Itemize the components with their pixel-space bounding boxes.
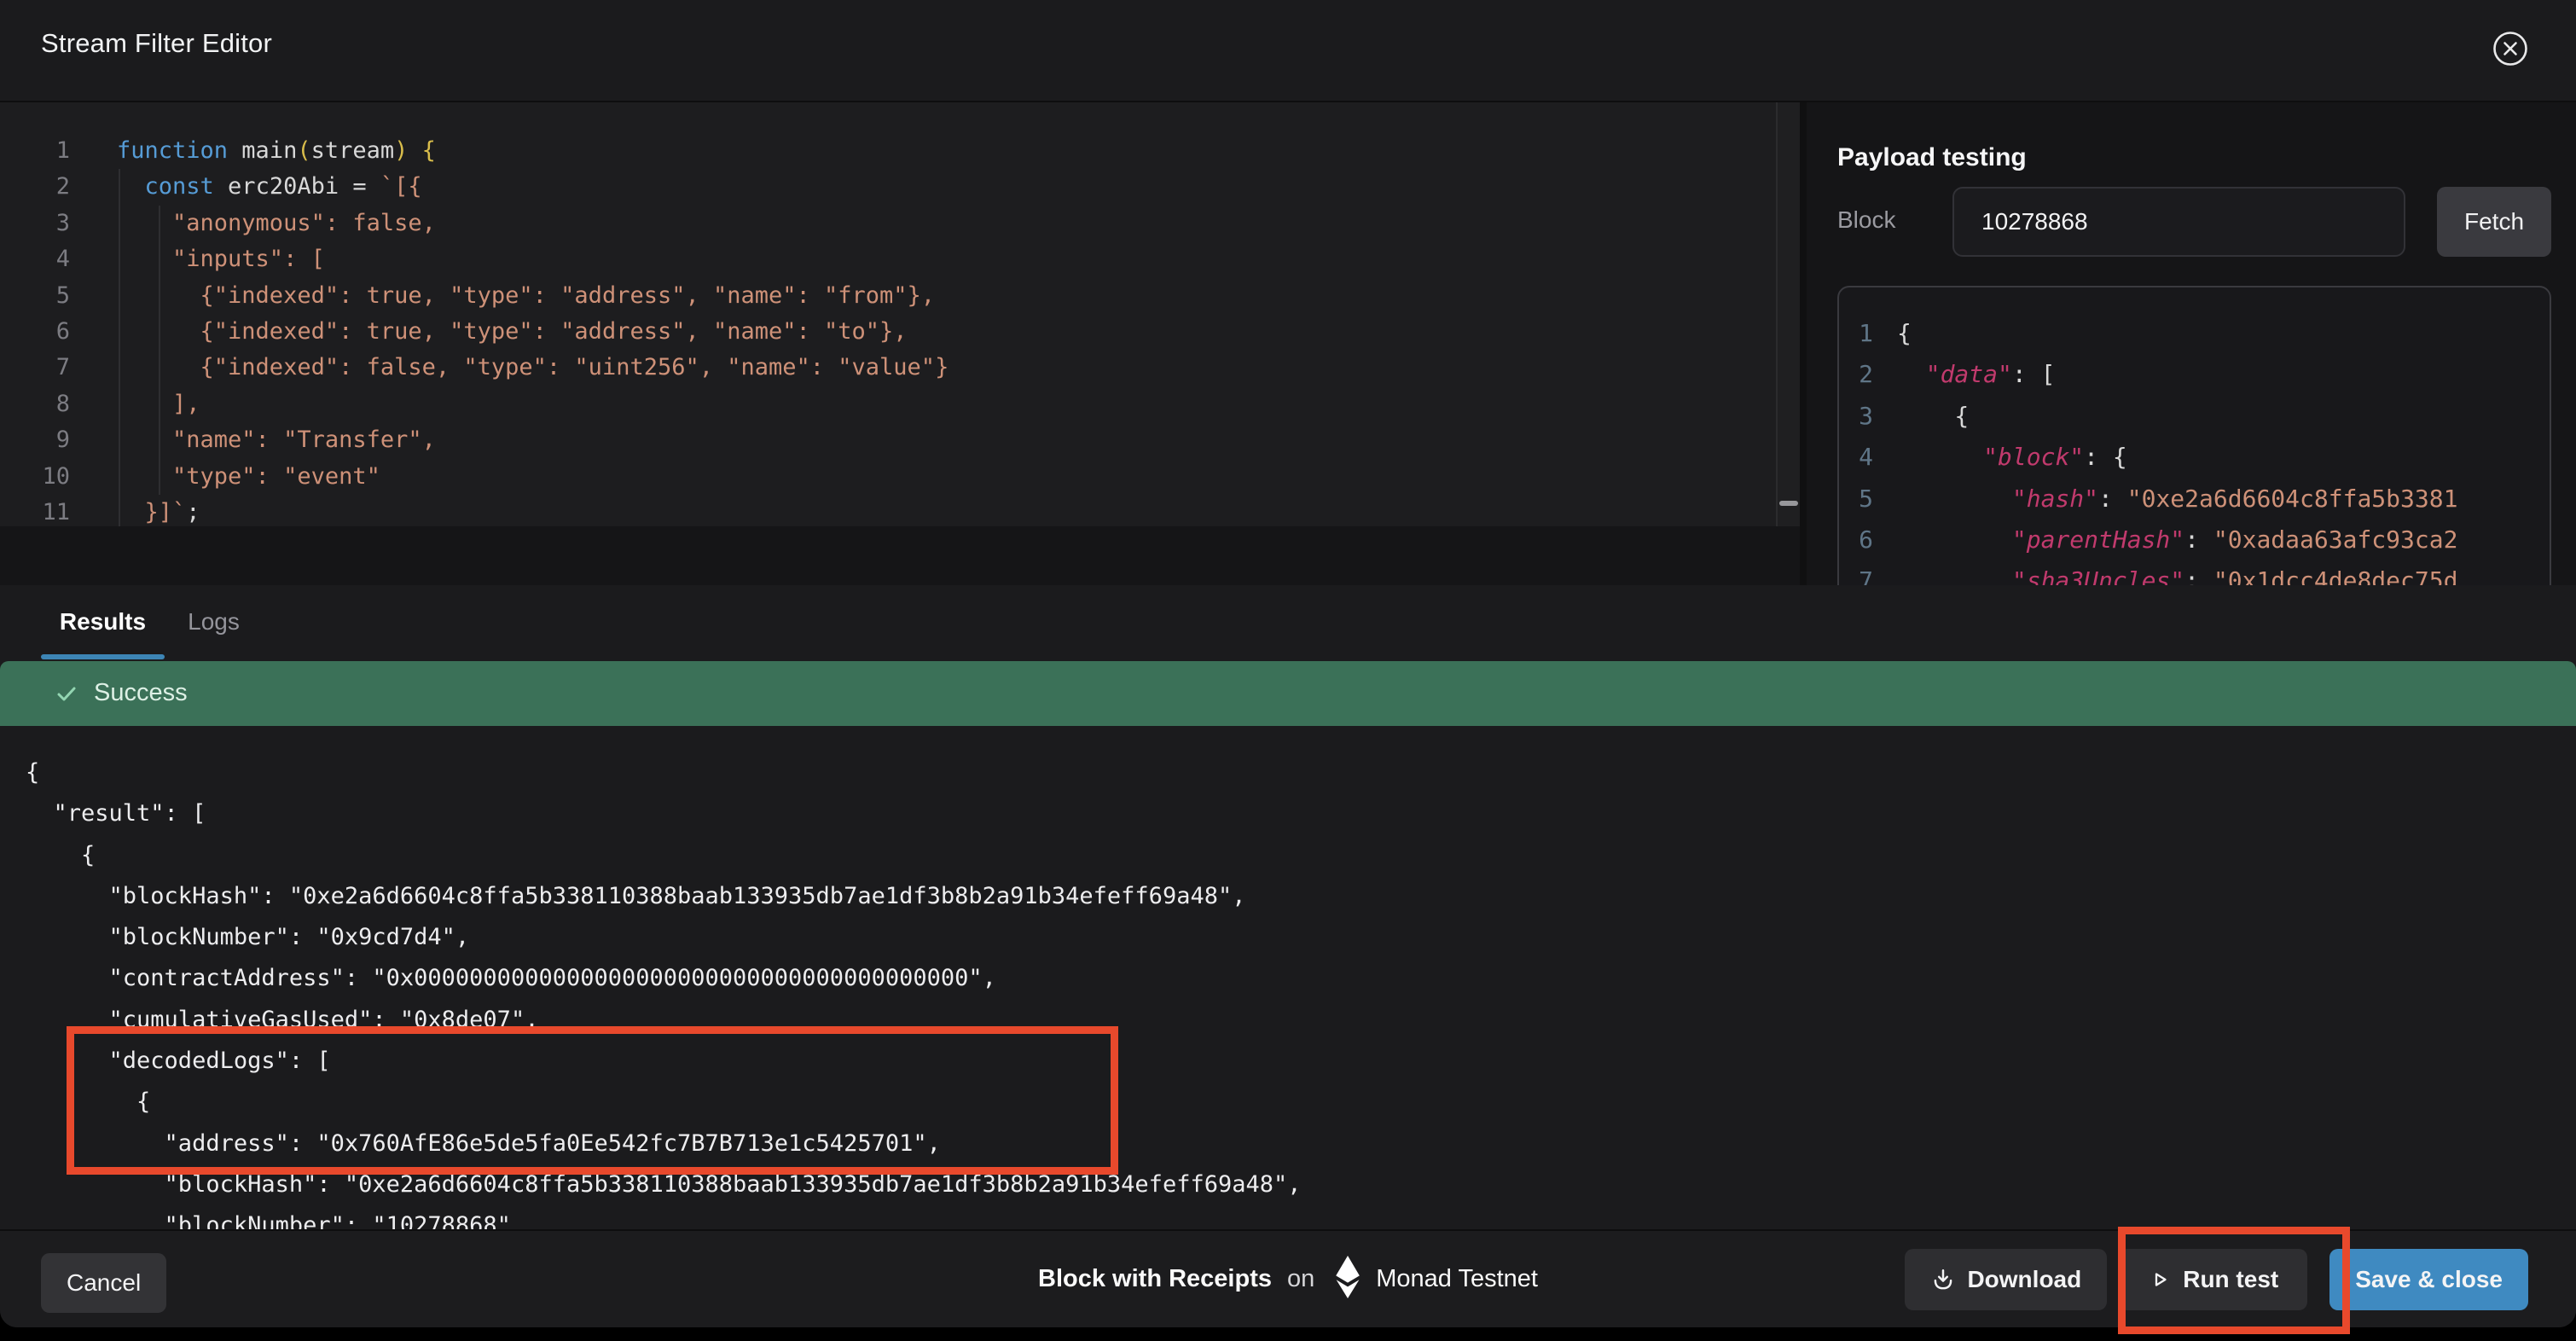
code-line: 1{ (1859, 319, 1912, 347)
payload-testing-title: Payload testing (1837, 143, 2027, 171)
editor-scrollbar-track (1776, 102, 1800, 526)
close-button[interactable] (2491, 29, 2530, 68)
indent-guide (119, 169, 120, 526)
payload-preview-pane[interactable]: 1{ 2 "data": [ 3 { 4 "block": { 5 "hash": "0… (1837, 286, 2551, 585)
code-line: 11 }]`; (42, 499, 200, 526)
tab-results[interactable]: Results (41, 585, 165, 661)
download-button[interactable]: Download (1905, 1249, 2108, 1310)
circle-x-icon (2491, 32, 2530, 71)
tab-logs[interactable]: Logs (165, 585, 263, 661)
editor-scrollbar-thumb[interactable] (1779, 501, 1798, 506)
page-title: Stream Filter Editor (41, 28, 273, 58)
status-badge: Success (94, 679, 188, 706)
block-label: Block (1837, 206, 1896, 233)
code-line: 4 "block": { (1859, 443, 2127, 472)
code-line: 4 "inputs": [ (55, 246, 325, 273)
code-line: 1 function main(stream) { (55, 137, 436, 164)
fetch-button[interactable]: Fetch (2437, 187, 2551, 257)
code-line: 6 {"indexed": true, "type": "address", "… (55, 318, 908, 345)
run-test-label: Run test (2183, 1266, 2279, 1292)
code-line: 10 "type": "event" (42, 462, 380, 490)
top-region: 1 function main(stream) { 2 const erc20Abi… (0, 102, 2576, 585)
active-tab-indicator (41, 654, 165, 659)
download-label: Download (1967, 1266, 2082, 1292)
code-line: 7 "sha3Uncles": "0x1dcc4de8dec75d (1859, 566, 2458, 585)
save-close-button[interactable]: Save & close (2329, 1249, 2528, 1310)
payload-testing-panel: Payload testing Block Fetch 1{ 2 "data": … (1807, 102, 2576, 585)
results-section: Results Logs Success { "result": [ { "bl… (0, 585, 2576, 1229)
code-line: 7 {"indexed": false, "type": "uint256", … (55, 354, 949, 381)
code-line: 9 "name": "Transfer", (55, 427, 436, 454)
stream-info: Block with Receipts on Monad Testnet (1038, 1231, 1538, 1327)
footer-actions: Download Run test Save & close (1905, 1249, 2528, 1310)
code-line: 5 "hash": "0xe2a6d6604c8ffa5b3381 (1859, 484, 2458, 513)
indent-guide (159, 206, 160, 495)
success-banner: Success (0, 661, 2576, 726)
code-line: 2 "data": [ (1859, 360, 2056, 389)
network-label: Monad Testnet (1376, 1265, 1538, 1292)
run-test-button[interactable]: Run test (2119, 1249, 2308, 1310)
block-input[interactable] (1952, 187, 2405, 257)
footer-bar: Cancel Block with Receipts on Monad Test… (0, 1229, 2576, 1327)
code-editor[interactable]: 1 function main(stream) { 2 const erc20Abi… (0, 102, 1776, 526)
ethereum-icon (1333, 1255, 1362, 1303)
modal-header: Stream Filter Editor (0, 0, 2576, 102)
connector-label: on (1286, 1265, 1315, 1292)
code-line: 5 {"indexed": true, "type": "address", "… (55, 282, 936, 309)
play-outline-icon (2148, 1268, 2172, 1292)
result-json-output: { "result": [ { "blockHash": "0xe2a6d660… (26, 759, 1302, 1229)
code-line: 2 const erc20Abi = `[{ (55, 173, 422, 200)
code-line: 3 "anonymous": false, (55, 209, 436, 236)
code-line: 3 { (1859, 401, 1970, 430)
code-line: 6 "parentHash": "0xadaa63afc93ca2 (1859, 525, 2458, 554)
cancel-button[interactable]: Cancel (41, 1253, 167, 1313)
stream-filter-editor-modal: Stream Filter Editor 1 function main(stre… (0, 0, 2576, 1327)
pane-divider (1800, 102, 1807, 585)
download-tray-icon (1930, 1267, 1956, 1292)
stream-type-label: Block with Receipts (1038, 1265, 1272, 1292)
code-line: 8 ], (55, 390, 200, 417)
